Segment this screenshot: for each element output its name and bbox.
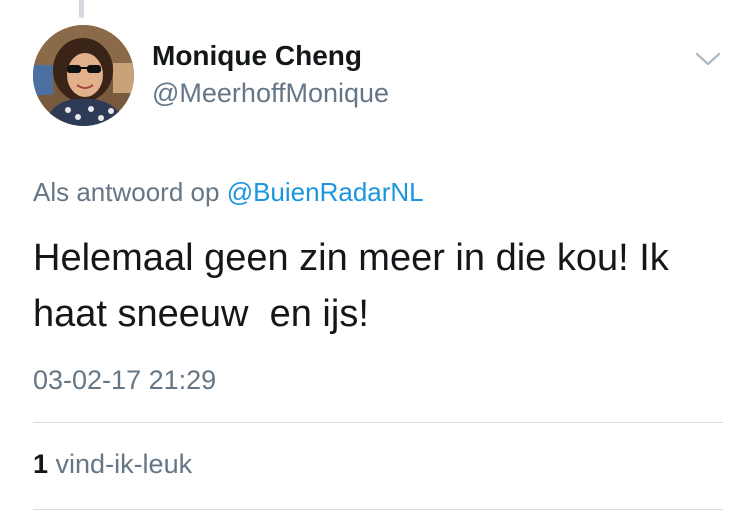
tweet-detail: Monique Cheng @MeerhoffMonique Als antwo… [0,0,750,524]
avatar[interactable] [33,25,134,126]
user-handle[interactable]: @MeerhoffMonique [152,78,389,109]
divider [33,422,723,423]
reply-prefix: Als antwoord op [33,177,220,207]
avatar-image [33,25,134,126]
likes-label: vind-ik-leuk [55,449,193,479]
reply-context: Als antwoord op @BuienRadarNL [33,177,424,208]
chevron-down-icon[interactable] [694,48,722,70]
likes-stat[interactable]: 1 vind-ik-leuk [33,449,192,480]
thread-connector-line [79,0,84,18]
tweet-timestamp[interactable]: 03-02-17 21:29 [33,365,216,396]
reply-mention-link[interactable]: @BuienRadarNL [227,177,424,207]
user-display-name[interactable]: Monique Cheng [152,40,362,72]
tweet-text: Helemaal geen zin meer in die kou! Ik ha… [33,237,680,335]
likes-count: 1 [33,449,49,479]
divider [33,509,723,510]
